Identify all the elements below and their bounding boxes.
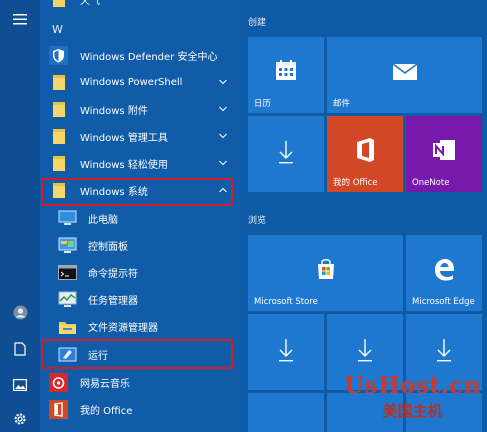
list-item-this-pc[interactable]: 此电脑: [40, 206, 240, 231]
list-item-windows-defender[interactable]: Windows Defender 安全中心: [40, 43, 240, 68]
tile-label: Microsoft Edge: [412, 297, 475, 307]
list-item-label: Windows 管理工具: [80, 133, 168, 144]
list-item-label: 我的 Office: [80, 406, 133, 417]
office-icon: [49, 400, 68, 419]
list-item-label: 此电脑: [88, 215, 118, 226]
list-item-label: 文件资源管理器: [88, 323, 158, 334]
list-item-my-office[interactable]: 我的 Office: [40, 397, 240, 422]
netease-music-icon: [49, 373, 68, 392]
tile-partial[interactable]: [248, 393, 324, 432]
computer-icon: [58, 209, 77, 228]
list-item-control-panel[interactable]: 控制面板: [40, 233, 240, 258]
list-item-command-prompt[interactable]: 命令提示符: [40, 260, 240, 285]
tile-label: 邮件: [333, 99, 351, 109]
folder-icon: [49, 127, 68, 146]
list-item-label: Windows 轻松使用: [80, 160, 168, 171]
list-item-windows-powershell[interactable]: Windows PowerShell: [40, 70, 240, 95]
folder-icon: [49, 73, 68, 92]
settings-icon[interactable]: [7, 406, 33, 432]
tile-calendar[interactable]: 日历: [248, 37, 324, 113]
tiles-panel: 创建 日历 邮件 我的 Office OneNote 浏览 Microsoft …: [240, 0, 487, 432]
group-title-create[interactable]: 创建: [248, 15, 266, 28]
list-item[interactable]: 天气: [40, 0, 240, 12]
list-item-label: Windows PowerShell: [80, 77, 183, 88]
list-item-file-explorer[interactable]: 文件资源管理器: [40, 314, 240, 339]
command-prompt-icon: [58, 263, 77, 282]
tile-download[interactable]: [248, 314, 324, 390]
onenote-icon: [431, 136, 457, 164]
hamburger-menu-icon[interactable]: [7, 6, 33, 32]
folder-icon: [49, 100, 68, 119]
download-icon: [436, 338, 452, 362]
list-item-label: 任务管理器: [88, 296, 138, 307]
folder-icon: [49, 0, 68, 9]
edge-icon: [432, 257, 456, 281]
group-title-browse[interactable]: 浏览: [248, 213, 266, 226]
highlight-box-run: [41, 339, 233, 369]
list-item-windows-ease-of-access[interactable]: Windows 轻松使用: [40, 151, 240, 176]
tile-label: Microsoft Store: [254, 297, 318, 307]
list-item-label: Windows Defender 安全中心: [80, 52, 218, 63]
mail-icon: [392, 63, 418, 81]
store-icon: [314, 257, 338, 281]
list-item-label: 命令提示符: [88, 269, 138, 280]
file-explorer-icon: [58, 317, 77, 336]
calendar-icon: [275, 59, 297, 81]
chevron-down-icon: [219, 79, 227, 85]
tile-microsoft-edge[interactable]: Microsoft Edge: [406, 235, 482, 311]
tile-download[interactable]: [248, 116, 324, 192]
control-panel-icon: [58, 236, 77, 255]
pictures-icon[interactable]: [7, 372, 33, 398]
download-icon: [278, 338, 294, 362]
tile-label: 日历: [254, 99, 272, 109]
chevron-down-icon: [219, 106, 227, 112]
tile-microsoft-store[interactable]: Microsoft Store: [248, 235, 403, 311]
list-item-label: 控制面板: [88, 242, 128, 253]
chevron-down-icon: [219, 133, 227, 139]
tile-mail[interactable]: 邮件: [327, 37, 482, 113]
list-item-task-manager[interactable]: 任务管理器: [40, 287, 240, 312]
list-item-label: Windows 附件: [80, 106, 148, 117]
highlight-box-windows-system: [41, 178, 233, 206]
download-icon: [357, 338, 373, 362]
list-item-netease-music[interactable]: 网易云音乐: [40, 370, 240, 395]
tile-my-office[interactable]: 我的 Office: [327, 116, 403, 192]
list-item-windows-admin-tools[interactable]: Windows 管理工具: [40, 124, 240, 149]
start-rail: [0, 0, 40, 432]
office-icon: [353, 136, 377, 164]
section-letter[interactable]: W: [52, 23, 63, 36]
list-item-label: 网易云音乐: [80, 379, 130, 390]
task-manager-icon: [58, 290, 77, 309]
chevron-down-icon: [219, 160, 227, 166]
user-avatar-icon[interactable]: [7, 299, 33, 325]
watermark-line1: UsHost.cn: [344, 372, 481, 399]
tile-label: 我的 Office: [333, 178, 378, 188]
download-icon: [278, 140, 294, 164]
watermark: UsHost.cn 美国主机: [338, 372, 487, 432]
list-item-windows-accessories[interactable]: Windows 附件: [40, 97, 240, 122]
tile-onenote[interactable]: OneNote: [406, 116, 482, 192]
app-list: 天气 W Windows Defender 安全中心 Windows Power…: [40, 0, 240, 432]
documents-icon[interactable]: [7, 336, 33, 362]
watermark-line2: 美国主机: [382, 402, 443, 420]
folder-icon: [49, 154, 68, 173]
tile-label: OneNote: [412, 178, 450, 188]
shield-icon: [49, 46, 68, 65]
